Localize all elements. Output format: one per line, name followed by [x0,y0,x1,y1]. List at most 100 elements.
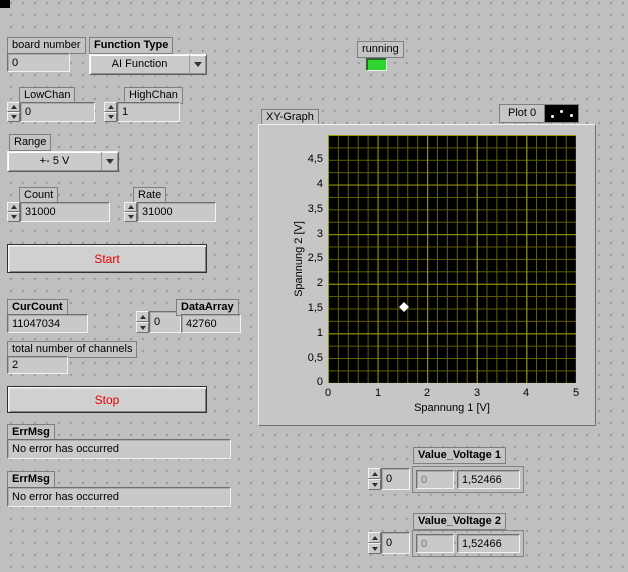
stop-button[interactable]: Stop [7,386,207,413]
lowchan-value[interactable]: 0 [20,102,95,122]
count-control[interactable]: 31000 [7,202,110,222]
rate-spinner[interactable] [124,202,137,222]
increment-button[interactable] [7,102,20,112]
up-arrow-icon [10,105,17,109]
rate-value[interactable]: 31000 [137,202,216,222]
start-button[interactable]: Start [7,244,207,273]
scatter-dot-icon [551,115,555,118]
value-voltage-1-value: 1,52466 [457,470,520,489]
dataarray-index-spinner[interactable] [136,311,149,333]
x-tick-label: 0 [324,387,332,399]
running-led-indicator [366,58,387,71]
range-value: +- 5 V [39,155,70,167]
increment-button[interactable] [368,468,381,479]
down-arrow-icon [371,546,378,551]
up-arrow-icon [371,471,378,476]
xy-graph-panel: Spannung 2 [V] 4,5 4 3,5 3 2,5 2 1,5 1 0… [258,124,596,426]
decrement-button[interactable] [368,479,381,490]
plot-style-icon[interactable] [544,104,580,123]
increment-button[interactable] [124,202,137,212]
data-point-marker [398,302,409,313]
function-type-value: AI Function [111,58,168,70]
range-label: Range [9,134,52,151]
x-tick-label: 4 [522,387,530,399]
increment-button[interactable] [7,202,20,212]
function-type-label: Function Type [89,37,174,54]
count-value[interactable]: 31000 [20,202,110,222]
errmsg2-value: No error has occurred [7,487,231,507]
value-voltage-2-array: 0 1,52466 [412,530,524,557]
lowchan-spinner[interactable] [7,102,20,122]
highchan-control[interactable]: 1 [104,102,180,122]
value-voltage-2-value: 1,52466 [457,534,520,553]
running-label: running [357,41,404,58]
chevron-down-icon[interactable] [101,152,118,171]
y-tick-label: 2 [316,277,323,289]
value-voltage-1-label: Value_Voltage 1 [413,447,506,464]
chevron-down-icon[interactable] [189,55,206,74]
range-dropdown[interactable]: +- 5 V [7,151,119,172]
plot-area [328,135,576,383]
value-voltage-1-element-dimmed: 0 [416,470,454,489]
x-tick-label: 3 [473,387,481,399]
errmsg1-value: No error has occurred [7,439,231,459]
highchan-value[interactable]: 1 [117,102,180,122]
up-arrow-icon [371,535,378,540]
value-voltage-1-index-control[interactable]: 0 [368,468,410,490]
value-voltage-1-index[interactable]: 0 [381,468,410,490]
value-voltage-1-index-spinner[interactable] [368,468,381,490]
decrement-button[interactable] [7,212,20,222]
curcount-value: 11047034 [7,314,88,333]
scatter-dot-icon [570,114,574,117]
increment-button[interactable] [136,311,149,322]
increment-button[interactable] [368,532,381,543]
highchan-spinner[interactable] [104,102,117,122]
down-arrow-icon [10,115,17,119]
down-arrow-icon [10,215,17,219]
up-arrow-icon [139,314,146,319]
decrement-button[interactable] [124,212,137,222]
decrement-button[interactable] [104,112,117,122]
down-arrow-icon [371,482,378,487]
down-arrow-icon [127,215,134,219]
x-tick-label: 5 [572,387,580,399]
down-arrow-icon [139,325,146,330]
x-tick-label: 2 [423,387,431,399]
decrement-button[interactable] [368,543,381,554]
value-voltage-1-array: 0 1,52466 [412,466,524,493]
count-spinner[interactable] [7,202,20,222]
dataarray-index-control[interactable]: 0 [136,311,181,333]
y-tick-label: 2,5 [307,252,323,264]
plot-legend-name[interactable]: Plot 0 [499,104,545,123]
board-number-label: board number [7,37,86,54]
down-arrow-icon [107,115,114,119]
value-voltage-2-index-control[interactable]: 0 [368,532,410,554]
decrement-button[interactable] [7,112,20,122]
y-tick-label: 0,5 [307,352,323,364]
lowchan-control[interactable]: 0 [7,102,95,122]
y-tick-label: 3 [316,228,323,240]
scatter-dot-icon [560,110,564,113]
board-number-input[interactable]: 0 [7,53,70,72]
x-axis-title: Spannung 1 [V] [414,402,490,414]
y-tick-label: 4 [316,178,323,190]
y-tick-label: 1,5 [307,302,323,314]
value-voltage-2-label: Value_Voltage 2 [413,513,506,530]
value-voltage-2-index[interactable]: 0 [381,532,410,554]
x-tick-label: 1 [374,387,382,399]
rate-control[interactable]: 31000 [124,202,216,222]
window-corner-decoration [0,0,10,8]
dataarray-element-value: 42760 [181,314,241,333]
up-arrow-icon [10,205,17,209]
function-type-dropdown[interactable]: AI Function [89,54,207,75]
y-tick-label: 4,5 [307,153,323,165]
up-arrow-icon [127,205,134,209]
decrement-button[interactable] [136,322,149,333]
up-arrow-icon [107,105,114,109]
y-tick-label: 1 [316,327,323,339]
plot-legend[interactable]: Plot 0 [499,104,580,123]
increment-button[interactable] [104,102,117,112]
y-tick-label: 3,5 [307,203,323,215]
value-voltage-2-index-spinner[interactable] [368,532,381,554]
value-voltage-2-element-dimmed: 0 [416,534,454,553]
